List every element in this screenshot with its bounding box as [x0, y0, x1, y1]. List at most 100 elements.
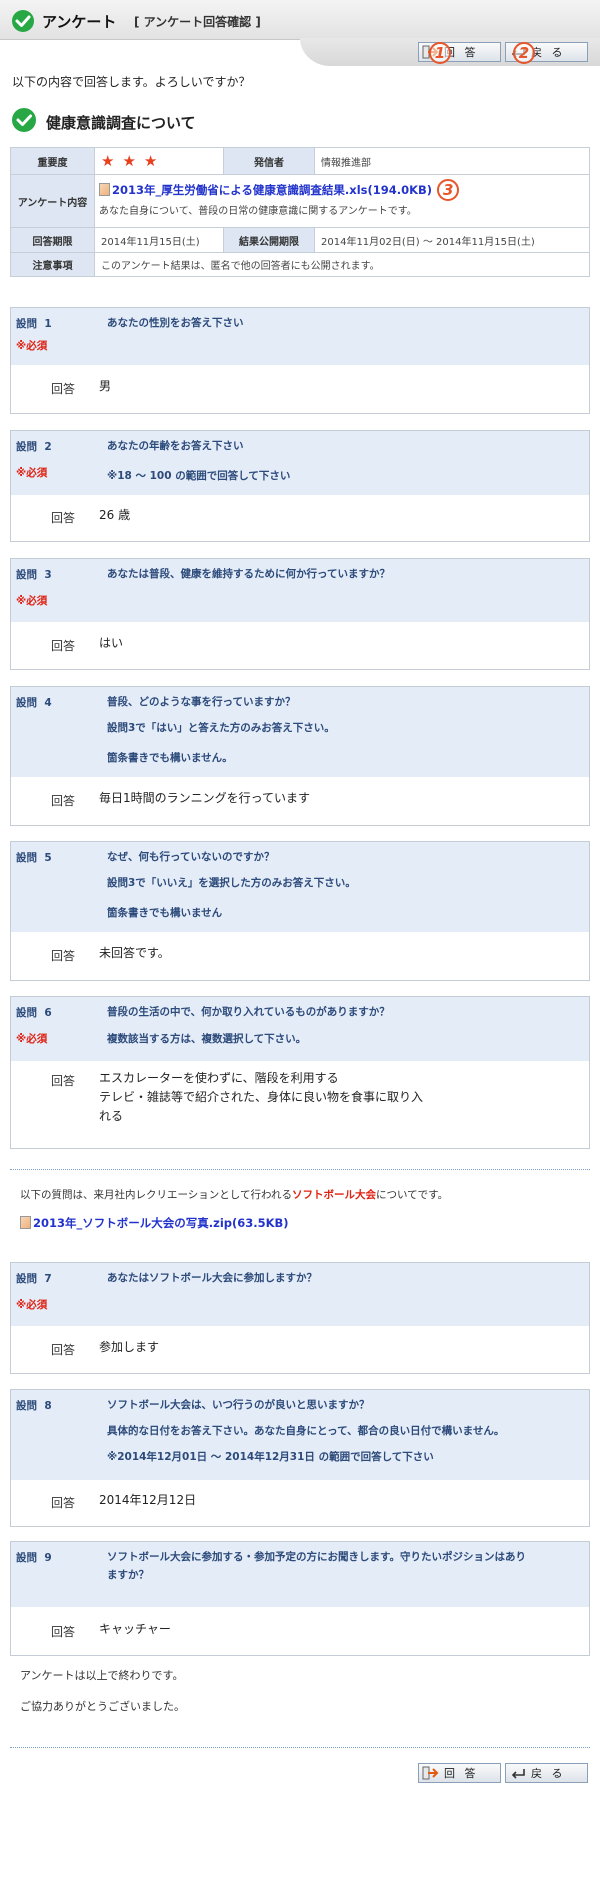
importance-stars: ★ ★ ★ [94, 147, 224, 175]
question-number: 設問 7 [16, 1273, 52, 1285]
survey-info-table: 重要度 ★ ★ ★ 発信者 情報推進部 アンケート内容 2013年_厚生労働省による… [10, 147, 590, 277]
question-text: ソフトボール大会は、いつ行うのが良いと思いますか？ [107, 1399, 370, 1411]
answer-label: 回答 [51, 1625, 76, 1639]
callout-badge-1: 1 [429, 42, 451, 64]
answer-value: 2014年12月12日 [99, 1493, 197, 1507]
callout-badge-2: 2 [513, 42, 535, 64]
thanks-message: ご協力ありがとうございました。 [20, 1700, 185, 1713]
question-number: 設問 9 [16, 1552, 52, 1564]
file-icon [20, 1216, 31, 1229]
question-8: 設問 8 ソフトボール大会は、いつ行うのが良いと思いますか？ 具体的な日付をお答… [10, 1389, 590, 1527]
footer-divider [10, 1747, 590, 1748]
answer-label: 回答 [51, 1496, 76, 1510]
sender-label: 発信者 [223, 147, 315, 175]
survey-title: 健康意識調査について [46, 114, 196, 132]
page-title: アンケート [42, 13, 117, 31]
answer-button-bottom[interactable]: 回 答 [418, 1763, 501, 1783]
question-3: 設問 3 ※必須 あなたは普段、健康を維持するために何か行っていますか？ 回答 … [10, 558, 590, 670]
question-2: 設問 2 ※必須 あなたの年齢をお答え下さい ※18 ～ 100 の範囲で回答し… [10, 430, 590, 542]
softball-intro: 以下の質問は、来月社内レクリエーションとして行われるソフトボール大会についてです… [20, 1189, 449, 1201]
required-mark: ※必須 [16, 467, 48, 479]
content-label: アンケート内容 [10, 174, 95, 228]
answer-label: 回答 [51, 1074, 76, 1088]
section-divider [10, 1169, 590, 1170]
question-5: 設問 5 なぜ、何も行っていないのですか？ 設問3で「いいえ」を選択した方のみお… [10, 841, 590, 981]
required-mark: ※必須 [16, 1033, 48, 1045]
sender-value: 情報推進部 [314, 147, 590, 175]
question-number: 設問 1 [16, 318, 52, 330]
back-button-bottom[interactable]: 戻 る [505, 1763, 588, 1783]
question-text: あなたの性別をお答え下さい [107, 317, 244, 329]
closing-message: アンケートは以上で終わりです。 [20, 1669, 184, 1682]
question-number: 設問 4 [16, 697, 52, 709]
back-button-label: 戻 る [531, 1767, 566, 1780]
question-number: 設問 2 [16, 441, 52, 453]
question-number: 設問 3 [16, 569, 52, 581]
softball-attachment: 2013年_ソフトボール大会の写真.zip(63.5KB) [20, 1215, 289, 1231]
required-mark: ※必須 [16, 340, 48, 352]
required-mark: ※必須 [16, 1299, 48, 1311]
question-text: あなたは普段、健康を維持するために何か行っていますか？ [107, 568, 390, 580]
answer-value: 男 [99, 379, 112, 393]
notes-label: 注意事項 [10, 252, 95, 277]
answer-value: 26 歳 [99, 508, 131, 522]
check-icon [12, 10, 34, 32]
answer-value: はい [99, 636, 124, 650]
answer-label: 回答 [51, 382, 76, 396]
question-note: 箇条書きでも構いません [107, 907, 223, 919]
question-6: 設問 6 ※必須 普段の生活の中で、何か取り入れているものがありますか？ 複数該… [10, 996, 590, 1149]
question-text: なぜ、何も行っていないのですか？ [107, 851, 275, 863]
answer-line: テレビ・雑誌等で紹介された、身体に良い物を食事に取り入 [99, 1090, 424, 1104]
required-mark: ※必須 [16, 595, 48, 607]
question-note: 具体的な日付をお答え下さい。あなた自身にとって、都合の良い日付で構いません。 [107, 1425, 505, 1437]
back-button-label: 戻 る [531, 46, 566, 59]
question-note: ※18 ～ 100 の範囲で回答して下さい [107, 470, 291, 482]
star-icon: ★ [101, 152, 115, 170]
deadline-label: 回答期限 [10, 227, 95, 253]
answer-value: 毎日1時間のランニングを行っています [99, 791, 311, 805]
notes-value: このアンケート結果は、匿名で他の回答者にも公開されます。 [94, 252, 590, 277]
answer-value: 参加します [99, 1340, 160, 1354]
question-note: 設問3で「いいえ」を選択した方のみお答え下さい。 [107, 877, 356, 889]
question-note: ※2014年12月01日 ～ 2014年12月31日 の範囲で回答して下さい [107, 1451, 434, 1463]
question-text: あなたの年齢をお答え下さい [107, 440, 244, 452]
publish-label: 結果公開期限 [223, 227, 315, 253]
answer-line: エスカレーターを使わずに、階段を利用する [99, 1071, 339, 1085]
answer-value: キャッチャー [99, 1622, 171, 1636]
question-9: 設問 9 ソフトボール大会に参加する・参加予定の方にお聞きします。守りたいポジシ… [10, 1541, 590, 1656]
attachment-link[interactable]: 2013年_ソフトボール大会の写真.zip(63.5KB) [33, 1216, 289, 1230]
question-text: 普段の生活の中で、何か取り入れているものがありますか？ [107, 1006, 390, 1018]
importance-label: 重要度 [10, 147, 95, 175]
star-icon: ★ [122, 152, 136, 170]
submit-arrow-icon [422, 1766, 440, 1780]
question-note: 箇条書きでも構いません。 [107, 752, 233, 764]
page-subtitle: [ アンケート回答確認 ] [134, 15, 261, 29]
question-text: あなたはソフトボール大会に参加しますか？ [107, 1272, 317, 1284]
question-7: 設問 7 ※必須 あなたはソフトボール大会に参加しますか？ 回答 参加します [10, 1262, 590, 1374]
question-number: 設問 5 [16, 852, 52, 864]
answer-value: 未回答です。 [99, 946, 170, 960]
page-header: アンケート [ アンケート回答確認 ] [0, 0, 600, 40]
attachment-link[interactable]: 2013年_厚生労働省による健康意識調査結果.xls(194.0KB) [112, 183, 432, 197]
answer-label: 回答 [51, 639, 76, 653]
confirm-message: 以下の内容で回答します。よろしいですか？ [12, 75, 251, 89]
answer-label: 回答 [51, 511, 76, 525]
check-icon [12, 108, 36, 132]
answer-label: 回答 [51, 794, 76, 808]
question-number: 設問 6 [16, 1007, 52, 1019]
callout-badge-3: 3 [437, 179, 460, 201]
star-icon: ★ [143, 152, 158, 170]
file-icon [99, 183, 110, 196]
question-note: 設問3で「はい」と答えた方のみお答え下さい。 [107, 722, 335, 734]
answer-line: れる [99, 1109, 124, 1123]
question-number: 設問 8 [16, 1400, 52, 1412]
question-text: ソフトボール大会に参加する・参加予定の方にお聞きします。守りたいポジションはあり [107, 1551, 526, 1563]
question-4: 設問 4 普段、どのような事を行っていますか？ 設問3で「はい」と答えた方のみお… [10, 686, 590, 826]
answer-label: 回答 [51, 949, 76, 963]
survey-description: あなた自身について、普段の日常の健康意識に関するアンケートです。 [99, 206, 417, 217]
question-text-cont: ますか？ [107, 1569, 149, 1581]
answer-button-label: 回 答 [444, 1767, 479, 1780]
back-arrow-icon [509, 1766, 527, 1780]
answer-label: 回答 [51, 1343, 76, 1357]
publish-value: 2014年11月02日(日) ～ 2014年11月15日(土) [314, 227, 590, 253]
